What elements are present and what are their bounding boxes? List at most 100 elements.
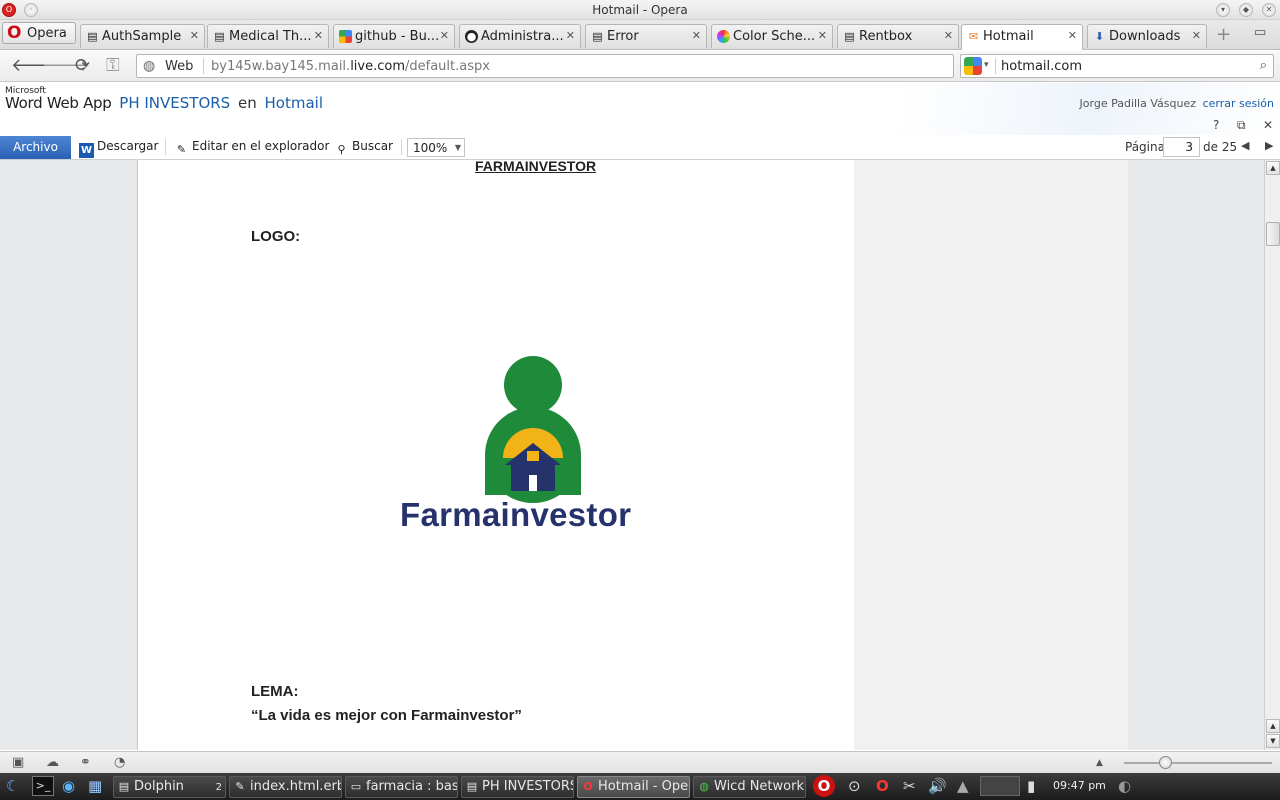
maximize-icon[interactable]: ◆: [1239, 3, 1253, 17]
tab-list-icon[interactable]: ▭: [1254, 25, 1266, 40]
scroll-down-icon[interactable]: ▲: [1266, 719, 1280, 733]
tab-close-icon[interactable]: ✕: [944, 29, 953, 42]
clipboard-scissors-icon[interactable]: ✂: [903, 777, 916, 795]
chevron-down-icon: ▼: [454, 143, 461, 152]
binoculars-icon: ⚲: [337, 143, 346, 156]
opera-icon: O: [583, 780, 593, 793]
network-tray-icon[interactable]: ⊙: [848, 777, 861, 795]
clock[interactable]: 09:47 pm: [1053, 779, 1106, 792]
page-number-input[interactable]: 3: [1163, 137, 1200, 157]
search-icon[interactable]: ⌕: [1260, 58, 1267, 73]
popout-icon[interactable]: ⧉: [1237, 118, 1246, 133]
document-icon: ▤: [466, 780, 478, 793]
opera-logo-icon: O: [7, 23, 22, 43]
document-title: FARMAINVESTOR: [475, 160, 597, 174]
tab-label: Color Sche...: [733, 29, 816, 44]
hotmail-icon: ✉: [968, 30, 979, 43]
opera-unite-icon[interactable]: ⚭: [80, 755, 91, 770]
close-window-icon[interactable]: ✕: [1262, 3, 1276, 17]
taskbar-item-editor[interactable]: ✎ index.html.erb: [229, 776, 342, 798]
taskbar-item-hotmail-opera[interactable]: O Hotmail - Oper: [577, 776, 690, 798]
logo-heading: LOGO:: [251, 228, 301, 245]
volume-icon[interactable]: 🔊: [928, 777, 947, 795]
tab-rentbox[interactable]: ▤ Rentbox ✕: [837, 24, 959, 48]
document-page: FARMAINVESTOR LOGO: Farmainvestor LEMA: …: [137, 160, 1128, 750]
taskbar-item-ph-investors[interactable]: ▤ PH INVESTORS: [461, 776, 574, 798]
page-zoom-slider[interactable]: [1124, 762, 1272, 764]
edit-pencil-icon: ✎: [176, 143, 187, 156]
scroll-down-icon[interactable]: ▼: [1266, 734, 1280, 748]
desktop-pager[interactable]: [980, 776, 1020, 796]
scrollbar-thumb[interactable]: [1266, 222, 1280, 246]
file-menu-button[interactable]: Archivo: [0, 136, 71, 159]
window-titlebar: O ◦ Hotmail - Opera ▾ ◆ ✕: [0, 0, 1280, 20]
new-tab-icon[interactable]: +: [1216, 24, 1231, 45]
file-manager-icon[interactable]: ▦: [88, 777, 102, 795]
document-icon: ✎: [235, 780, 245, 793]
tab-label: AuthSample: [102, 29, 182, 44]
document-link[interactable]: PH INVESTORS: [119, 94, 230, 112]
opera-menu-label: Opera: [27, 26, 67, 41]
download-button[interactable]: W Descargar: [79, 139, 158, 158]
terminal-icon[interactable]: >_: [32, 776, 54, 796]
desktop-toolbox-icon[interactable]: ◐: [1118, 777, 1131, 795]
document-viewport: FARMAINVESTOR LOGO: Farmainvestor LEMA: …: [0, 160, 1264, 750]
web-browser-icon[interactable]: ◉: [62, 777, 75, 795]
zoom-select[interactable]: 100% ▼: [407, 138, 465, 157]
signout-link[interactable]: cerrar sesión: [1203, 97, 1274, 110]
color-wheel-icon: [717, 30, 730, 43]
google-search-engine-icon[interactable]: [964, 57, 982, 75]
hotmail-link[interactable]: Hotmail: [265, 94, 323, 112]
tab-close-icon[interactable]: ✕: [1192, 29, 1201, 42]
panel-toggle-icon[interactable]: ▣: [12, 755, 24, 770]
terminal-icon: ▭: [350, 780, 362, 793]
tab-administration[interactable]: ● Administra... ✕: [459, 24, 581, 48]
chevron-down-icon[interactable]: ▾: [984, 60, 989, 70]
tab-hotmail[interactable]: ✉ Hotmail ✕: [961, 24, 1083, 50]
tab-medical[interactable]: ▤ Medical Th... ✕: [207, 24, 329, 48]
taskbar-item-wicd[interactable]: ◍ Wicd Network: [693, 776, 806, 798]
tab-github-search[interactable]: github - Bu... ✕: [333, 24, 455, 48]
page-zoom-slider-knob[interactable]: [1159, 756, 1172, 769]
search-field[interactable]: ▾ hotmail.com ⌕: [960, 54, 1274, 78]
tab-downloads[interactable]: ⬇ Downloads ✕: [1087, 24, 1207, 48]
battery-icon[interactable]: ▮: [1027, 777, 1035, 795]
minimize-icon[interactable]: ▾: [1216, 3, 1230, 17]
tab-close-icon[interactable]: ✕: [440, 29, 449, 42]
tab-close-icon[interactable]: ✕: [818, 29, 827, 42]
edit-in-browser-button[interactable]: ✎ Editar en el explorador: [174, 139, 330, 157]
tab-color-scheme[interactable]: Color Sche... ✕: [711, 24, 833, 48]
opera-mail-tray-icon[interactable]: O: [876, 777, 889, 795]
key-icon[interactable]: ⚿: [106, 56, 120, 76]
chevron-up-icon[interactable]: ▲: [1096, 758, 1103, 768]
tab-authsample[interactable]: ▤ AuthSample ✕: [80, 24, 205, 48]
scroll-up-icon[interactable]: ▲: [1266, 161, 1280, 175]
search-separator: [995, 58, 996, 74]
opera-tray-icon[interactable]: O: [813, 775, 835, 797]
updates-icon[interactable]: ▲: [957, 777, 969, 795]
opera-link-icon[interactable]: ☁: [46, 755, 59, 770]
tab-close-icon[interactable]: ✕: [190, 29, 199, 42]
tab-close-icon[interactable]: ✕: [566, 29, 575, 42]
help-icon[interactable]: ?: [1213, 118, 1219, 132]
folder-icon: ▤: [118, 780, 130, 793]
desktop-taskbar: ☾ >_ ◉ ▦ ▤ Dolphin 2 ✎ index.html.erb ▭ …: [0, 773, 1280, 800]
taskbar-item-dolphin[interactable]: ▤ Dolphin 2: [113, 776, 226, 798]
tab-close-icon[interactable]: ✕: [314, 29, 323, 42]
address-field[interactable]: ◍ Web by145w.bay145.mail.live.com/defaul…: [136, 54, 954, 78]
previous-page-icon[interactable]: ◀: [1241, 139, 1249, 152]
next-page-icon[interactable]: ▶: [1265, 139, 1273, 152]
window-title: Hotmail - Opera: [592, 3, 688, 17]
opera-menu-button[interactable]: O Opera: [2, 22, 76, 44]
close-icon[interactable]: ✕: [1263, 118, 1273, 132]
tab-close-icon[interactable]: ✕: [692, 29, 701, 42]
taskbar-item-terminal[interactable]: ▭ farmacia : bas: [345, 776, 458, 798]
turbo-icon[interactable]: ◔: [114, 755, 125, 770]
find-button[interactable]: ⚲ Buscar: [334, 139, 393, 157]
kde-menu-icon[interactable]: ☾: [6, 777, 19, 795]
tab-error[interactable]: ▤ Error ✕: [585, 24, 707, 48]
tab-close-icon[interactable]: ✕: [1068, 29, 1077, 42]
vertical-scrollbar[interactable]: ▲ ▲ ▼: [1264, 160, 1280, 750]
page-icon: ▤: [87, 30, 98, 43]
reload-icon[interactable]: ⟳: [75, 56, 90, 76]
